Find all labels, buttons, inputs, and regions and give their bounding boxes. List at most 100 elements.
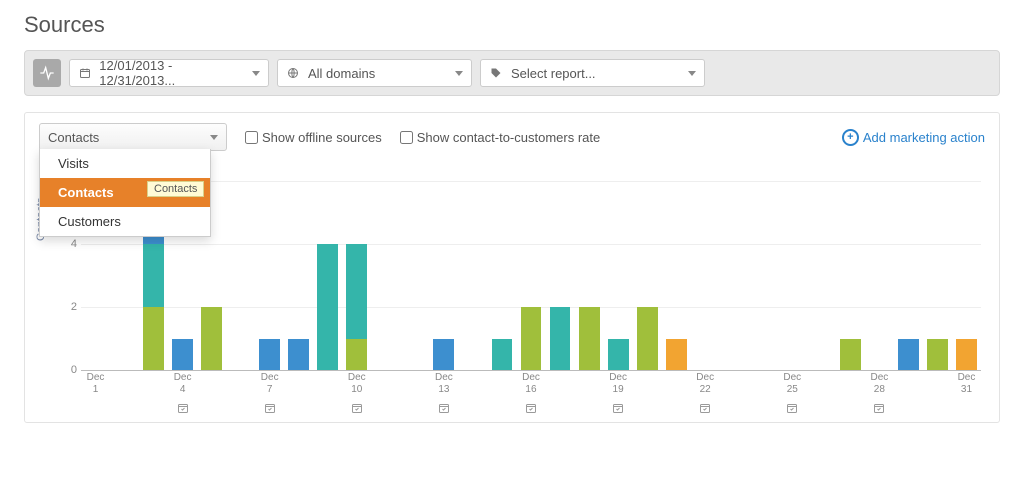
add-marketing-action-link[interactable]: + Add marketing action xyxy=(842,129,985,146)
bar-day-8[interactable] xyxy=(288,181,309,370)
bar-segment xyxy=(579,307,600,370)
bar-day-9[interactable] xyxy=(317,181,338,370)
xlabel: Dec31 xyxy=(958,372,976,395)
calendar-check-icon[interactable] xyxy=(525,402,537,417)
ytick: 2 xyxy=(59,301,77,313)
add-marketing-action-label: Add marketing action xyxy=(863,130,985,145)
xlabel: Dec7 xyxy=(261,372,279,395)
page-title: Sources xyxy=(24,12,1000,38)
tooltip: Contacts xyxy=(147,181,204,197)
xlabel: Dec28 xyxy=(870,372,888,395)
chevron-down-icon xyxy=(210,135,218,140)
xlabel: Dec10 xyxy=(348,372,366,395)
bar-day-12[interactable] xyxy=(404,181,425,370)
xlabel: Dec1 xyxy=(87,372,105,395)
bar-day-17[interactable] xyxy=(550,181,571,370)
bar-day-21[interactable] xyxy=(666,181,687,370)
metric-select[interactable]: Contacts xyxy=(39,123,227,151)
chevron-down-icon xyxy=(455,71,463,76)
calendar-check-icon[interactable] xyxy=(438,402,450,417)
bar-day-25[interactable] xyxy=(782,181,803,370)
bar-day-6[interactable] xyxy=(230,181,251,370)
bar-day-22[interactable] xyxy=(695,181,716,370)
bar-segment xyxy=(898,339,919,371)
show-offline-input[interactable] xyxy=(245,131,258,144)
bar-segment xyxy=(143,307,164,370)
calendar-check-icon[interactable] xyxy=(177,402,189,417)
calendar-icon xyxy=(78,66,91,80)
xlabel: Dec19 xyxy=(609,372,627,395)
metric-option-visits[interactable]: Visits xyxy=(40,149,210,178)
show-c2c-label: Show contact-to-customers rate xyxy=(417,130,601,145)
bar-day-18[interactable] xyxy=(579,181,600,370)
bar-day-14[interactable] xyxy=(462,181,483,370)
bar-segment xyxy=(492,339,513,371)
bar-segment xyxy=(259,339,280,371)
bar-day-7[interactable] xyxy=(259,181,280,370)
bar-day-27[interactable] xyxy=(840,181,861,370)
calendar-check-icon[interactable] xyxy=(351,402,363,417)
bar-day-26[interactable] xyxy=(811,181,832,370)
bar-day-20[interactable] xyxy=(637,181,658,370)
bar-segment xyxy=(346,244,367,339)
bar-segment xyxy=(172,339,193,371)
metric-option-customers[interactable]: Customers xyxy=(40,207,210,236)
bar-segment xyxy=(143,244,164,307)
bar-day-15[interactable] xyxy=(492,181,513,370)
xlabel: Dec22 xyxy=(696,372,714,395)
calendar-check-icon[interactable] xyxy=(786,402,798,417)
bar-day-28[interactable] xyxy=(869,181,890,370)
bar-segment xyxy=(201,307,222,370)
show-offline-checkbox[interactable]: Show offline sources xyxy=(245,130,382,145)
globe-icon xyxy=(286,66,300,80)
bar-day-11[interactable] xyxy=(375,181,396,370)
bar-segment xyxy=(927,339,948,371)
xlabel: Dec13 xyxy=(435,372,453,395)
bar-segment xyxy=(608,339,629,371)
show-c2c-input[interactable] xyxy=(400,131,413,144)
report-select[interactable]: Select report... xyxy=(480,59,705,87)
bar-day-29[interactable] xyxy=(898,181,919,370)
calendar-check-icon[interactable] xyxy=(612,402,624,417)
calendar-check-icon[interactable] xyxy=(699,402,711,417)
show-offline-label: Show offline sources xyxy=(262,130,382,145)
domain-select[interactable]: All domains xyxy=(277,59,472,87)
metric-select-value: Contacts xyxy=(48,130,99,145)
bar-segment xyxy=(521,307,542,370)
bar-segment xyxy=(433,339,454,371)
bar-day-30[interactable] xyxy=(927,181,948,370)
chevron-down-icon xyxy=(688,71,696,76)
calendar-check-icon[interactable] xyxy=(873,402,885,417)
bar-day-10[interactable] xyxy=(346,181,367,370)
report-value: Select report... xyxy=(511,66,596,81)
gridline xyxy=(81,370,981,371)
xlabel: Dec4 xyxy=(174,372,192,395)
bar-day-31[interactable] xyxy=(956,181,977,370)
chevron-down-icon xyxy=(252,71,260,76)
bar-day-23[interactable] xyxy=(724,181,745,370)
xlabel: Dec25 xyxy=(783,372,801,395)
bar-segment xyxy=(317,244,338,370)
xlabel: Dec16 xyxy=(522,372,540,395)
bar-segment xyxy=(550,307,571,370)
activity-icon-button[interactable] xyxy=(33,59,61,87)
bar-segment xyxy=(840,339,861,371)
bar-day-13[interactable] xyxy=(433,181,454,370)
bar-segment xyxy=(346,339,367,371)
bar-day-19[interactable] xyxy=(608,181,629,370)
date-range-select[interactable]: 12/01/2013 - 12/31/2013... xyxy=(69,59,269,87)
bar-day-16[interactable] xyxy=(521,181,542,370)
date-range-value: 12/01/2013 - 12/31/2013... xyxy=(99,58,244,88)
show-c2c-checkbox[interactable]: Show contact-to-customers rate xyxy=(400,130,601,145)
bar-segment xyxy=(666,339,687,371)
sources-panel: Contacts Visits Contacts Customers Conta… xyxy=(24,112,1000,423)
ytick: 4 xyxy=(59,238,77,250)
calendar-check-icon[interactable] xyxy=(264,402,276,417)
ytick: 0 xyxy=(59,364,77,376)
tag-icon xyxy=(489,66,503,80)
report-toolbar: 12/01/2013 - 12/31/2013... All domains S… xyxy=(24,50,1000,96)
bar-segment xyxy=(637,307,658,370)
bar-day-24[interactable] xyxy=(753,181,774,370)
bar-segment xyxy=(956,339,977,371)
domain-value: All domains xyxy=(308,66,375,81)
